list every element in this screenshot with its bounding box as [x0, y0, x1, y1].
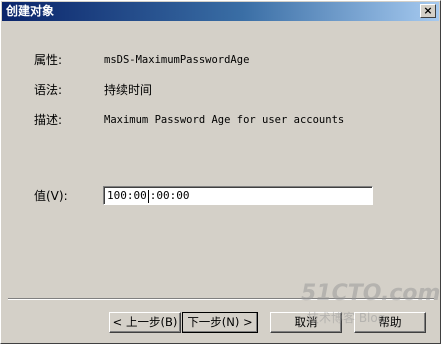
description-value: Maximum Password Age for user accounts [104, 114, 345, 126]
separator [8, 298, 434, 300]
syntax-label: 语法: [34, 83, 63, 97]
value-text-before-cursor: 100:00 [107, 189, 147, 202]
attribute-label: 属性: [34, 53, 63, 67]
help-button[interactable]: 帮助 [354, 312, 426, 333]
cancel-button[interactable]: 取消 [270, 312, 342, 333]
text-cursor [147, 189, 149, 203]
title-bar[interactable]: 创建对象 × [2, 2, 439, 21]
attribute-value: msDS-MaximumPasswordAge [104, 54, 250, 66]
syntax-value: 持续时间 [104, 83, 153, 97]
value-label: 值(V): [34, 189, 68, 203]
back-button[interactable]: < 上一步(B) [109, 312, 181, 333]
close-icon: × [423, 4, 433, 17]
description-label: 描述: [34, 113, 63, 127]
next-button[interactable]: 下一步(N) > [182, 312, 258, 333]
value-text-after-cursor: :00:00 [149, 189, 190, 202]
dialog-title: 创建对象 [6, 4, 55, 18]
close-button[interactable]: × [420, 4, 436, 18]
create-object-dialog: 创建对象 × 属性: msDS-MaximumPasswordAge 语法: 持… [0, 0, 441, 344]
value-input[interactable]: 100:00:00:00 [103, 186, 373, 205]
watermark-text: 51CTO.com [301, 281, 441, 306]
